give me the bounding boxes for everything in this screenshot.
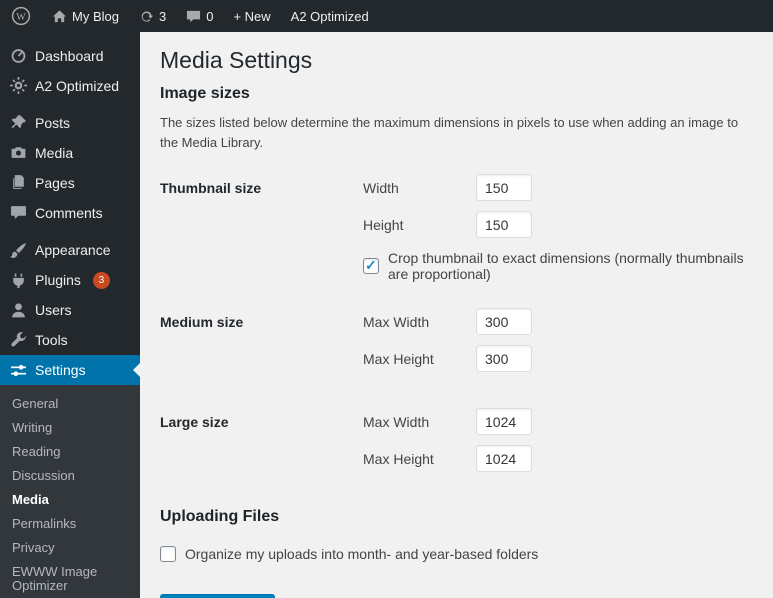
wordpress-logo-icon: W bbox=[11, 6, 31, 26]
pin-icon bbox=[10, 114, 27, 131]
submenu-item-ewww-image-optimizer[interactable]: EWWW Image Optimizer bbox=[0, 560, 140, 598]
wordpress-admin: W My Blog 3 0 + New A2 Optimized Dashboa… bbox=[0, 0, 773, 598]
thumbnail-height-input[interactable] bbox=[476, 211, 532, 238]
admin-menu: Dashboard A2 Optimized Posts Media Pages… bbox=[0, 32, 140, 598]
submenu-item-writing[interactable]: Writing bbox=[0, 416, 140, 440]
crop-thumbnail-label: Crop thumbnail to exact dimensions (norm… bbox=[388, 250, 744, 282]
crop-thumbnail-checkbox[interactable] bbox=[363, 257, 379, 274]
svg-text:W: W bbox=[16, 12, 26, 23]
sidebar-item-users[interactable]: Users bbox=[0, 295, 140, 325]
new-content-button[interactable]: + New bbox=[223, 0, 280, 32]
sidebar-item-tools[interactable]: Tools bbox=[0, 325, 140, 355]
settings-submenu: General Writing Reading Discussion Media… bbox=[0, 385, 140, 598]
medium-max-width-label: Max Width bbox=[363, 313, 430, 330]
sidebar-item-a2-optimized[interactable]: A2 Optimized bbox=[0, 71, 140, 101]
sidebar-item-appearance[interactable]: Appearance bbox=[0, 235, 140, 265]
site-name-link[interactable]: My Blog bbox=[42, 0, 129, 32]
submenu-item-reading[interactable]: Reading bbox=[0, 440, 140, 464]
medium-size-label: Medium size bbox=[160, 314, 244, 330]
sidebar-item-dashboard[interactable]: Dashboard bbox=[0, 41, 140, 71]
thumbnail-size-label: Thumbnail size bbox=[160, 180, 262, 196]
comment-icon bbox=[10, 204, 27, 221]
large-max-height-input[interactable] bbox=[476, 445, 532, 472]
submenu-item-permalinks[interactable]: Permalinks bbox=[0, 512, 140, 536]
page-title: Media Settings bbox=[160, 47, 313, 73]
organize-uploads-option[interactable]: Organize my uploads into month- and year… bbox=[160, 546, 753, 562]
pages-icon bbox=[10, 174, 27, 191]
plug-icon bbox=[10, 272, 27, 289]
menu-separator bbox=[0, 228, 140, 235]
updates-count: 3 bbox=[158, 8, 167, 24]
sidebar-item-label: Dashboard bbox=[35, 47, 104, 64]
sidebar-item-label: A2 Optimized bbox=[35, 77, 120, 94]
medium-max-height-input[interactable] bbox=[476, 345, 532, 372]
large-size-label: Large size bbox=[160, 414, 229, 430]
save-changes-button[interactable]: Save Changes bbox=[160, 594, 276, 598]
image-sizes-form: Thumbnail size Width Height Crop thumbna… bbox=[160, 174, 753, 482]
submenu-item-privacy[interactable]: Privacy bbox=[0, 536, 140, 560]
dashboard-icon bbox=[10, 47, 27, 64]
image-sizes-description: The sizes listed below determine the max… bbox=[160, 115, 739, 150]
sidebar-item-label: Settings bbox=[35, 362, 86, 378]
brush-icon bbox=[10, 242, 27, 259]
a2-optimized-toolbar-link[interactable]: A2 Optimized bbox=[281, 0, 379, 32]
sidebar-item-label: Media bbox=[35, 144, 74, 161]
settings-icon bbox=[10, 362, 27, 379]
submenu-item-media[interactable]: Media bbox=[0, 488, 140, 512]
menu-top-padding bbox=[0, 32, 140, 41]
uploading-files-heading: Uploading Files bbox=[160, 508, 280, 525]
organize-uploads-label: Organize my uploads into month- and year… bbox=[185, 546, 539, 562]
thumbnail-width-label: Width bbox=[363, 179, 399, 196]
sidebar-item-media[interactable]: Media bbox=[0, 138, 140, 168]
large-max-height-label: Max Height bbox=[363, 450, 434, 467]
sidebar-item-pages[interactable]: Pages bbox=[0, 168, 140, 198]
sidebar-item-posts[interactable]: Posts bbox=[0, 108, 140, 138]
gear-icon bbox=[10, 77, 27, 95]
medium-max-width-input[interactable] bbox=[476, 308, 532, 335]
crop-thumbnail-option[interactable]: Crop thumbnail to exact dimensions (norm… bbox=[363, 250, 753, 282]
sidebar-item-label: Comments bbox=[35, 204, 103, 221]
sidebar-item-label: Posts bbox=[35, 114, 71, 131]
sidebar-item-label: Plugins bbox=[35, 272, 81, 288]
large-max-width-input[interactable] bbox=[476, 408, 532, 435]
main-content: Media Settings Image sizes The sizes lis… bbox=[140, 32, 773, 598]
a2-optimized-toolbar-label: A2 Optimized bbox=[290, 8, 369, 24]
wordpress-logo[interactable]: W bbox=[0, 0, 42, 32]
comments-count: 0 bbox=[206, 8, 214, 24]
updates-indicator[interactable]: 3 bbox=[129, 0, 176, 32]
wrench-icon bbox=[10, 331, 27, 349]
new-content-label: + New bbox=[233, 8, 271, 24]
thumbnail-height-label: Height bbox=[363, 216, 404, 233]
update-icon bbox=[139, 9, 154, 24]
sidebar-item-plugins[interactable]: Plugins 3 bbox=[0, 265, 140, 295]
sidebar-item-comments[interactable]: Comments bbox=[0, 198, 140, 228]
sidebar-item-label: Appearance bbox=[35, 242, 111, 258]
medium-max-height-label: Max Height bbox=[363, 350, 434, 367]
thumbnail-width-input[interactable] bbox=[476, 174, 532, 201]
organize-uploads-checkbox[interactable] bbox=[160, 546, 176, 562]
plugins-update-badge: 3 bbox=[92, 271, 110, 289]
menu-separator bbox=[0, 101, 140, 108]
sidebar-item-label: Pages bbox=[35, 174, 75, 191]
thumbnail-size-group: Thumbnail size Width Height Crop thumbna… bbox=[160, 174, 753, 282]
medium-size-group: Medium size Max Width Max Height bbox=[160, 308, 753, 382]
comment-bubble-icon bbox=[186, 9, 201, 24]
submenu-item-discussion[interactable]: Discussion bbox=[0, 464, 140, 488]
large-size-group: Large size Max Width Max Height bbox=[160, 408, 753, 482]
sidebar-item-label: Tools bbox=[35, 332, 68, 348]
sidebar-item-settings[interactable]: Settings bbox=[0, 355, 140, 385]
comments-indicator[interactable]: 0 bbox=[176, 0, 223, 32]
home-icon bbox=[52, 9, 67, 24]
user-icon bbox=[10, 302, 27, 319]
camera-icon bbox=[10, 144, 27, 161]
sidebar-item-label: Users bbox=[35, 302, 72, 318]
site-name-label: My Blog bbox=[72, 8, 119, 24]
admin-bar: W My Blog 3 0 + New A2 Optimized bbox=[0, 0, 773, 32]
submenu-item-general[interactable]: General bbox=[0, 392, 140, 416]
image-sizes-heading: Image sizes bbox=[160, 85, 250, 102]
large-max-width-label: Max Width bbox=[363, 413, 430, 430]
